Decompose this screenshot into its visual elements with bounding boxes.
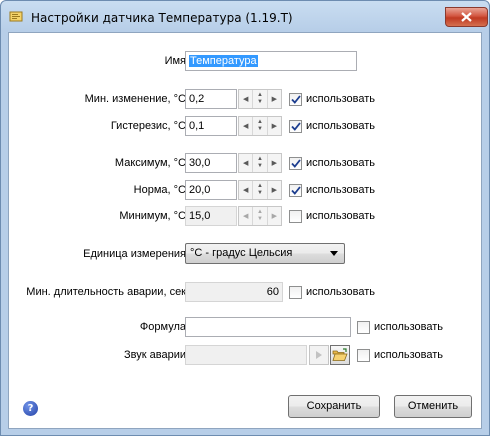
- decrease-icon[interactable]: ◀: [239, 181, 254, 199]
- checkmark-icon: [290, 122, 301, 131]
- dialog-window: Настройки датчика Температура (1.19.T) И…: [0, 0, 490, 436]
- formula-use-label: использовать: [374, 321, 444, 333]
- play-sound-button[interactable]: [309, 345, 329, 365]
- increase-icon[interactable]: ▶: [268, 117, 281, 135]
- alarm-sound-input[interactable]: [185, 345, 307, 365]
- up-down-icon[interactable]: ▲ ▼: [253, 117, 268, 135]
- decrease-icon[interactable]: ◀: [239, 207, 254, 225]
- decrease-icon[interactable]: ◀: [239, 117, 254, 135]
- title-bar: Настройки датчика Температура (1.19.T): [1, 1, 489, 32]
- hysteresis-use-label: использовать: [306, 120, 376, 132]
- play-icon: [316, 351, 322, 359]
- formula-input[interactable]: [185, 317, 351, 337]
- maximum-use-label: использовать: [306, 157, 376, 169]
- norm-use-label: использовать: [306, 184, 376, 196]
- up-down-icon[interactable]: ▲ ▼: [253, 154, 268, 172]
- norm-label: Норма, °С: [133, 184, 186, 196]
- up-down-icon[interactable]: ▲ ▼: [253, 181, 268, 199]
- minimum-use-label: использовать: [306, 210, 376, 222]
- hysteresis-spinner[interactable]: ◀ ▲ ▼ ▶: [238, 116, 282, 136]
- increase-icon[interactable]: ▶: [268, 154, 281, 172]
- name-input[interactable]: Температура: [185, 51, 357, 71]
- open-folder-icon: [332, 348, 348, 361]
- window-title: Настройки датчика Температура (1.19.T): [31, 11, 293, 25]
- increase-icon[interactable]: ▶: [268, 181, 281, 199]
- minimum-use-checkbox[interactable]: [289, 210, 302, 223]
- up-down-icon[interactable]: ▲ ▼: [253, 90, 268, 108]
- maximum-input[interactable]: 30,0: [185, 153, 237, 173]
- min-change-label: Мин. изменение, °С: [84, 93, 186, 105]
- hysteresis-label: Гистерезис, °С: [110, 120, 186, 132]
- alarm-duration-use-checkbox[interactable]: [289, 286, 302, 299]
- up-down-icon[interactable]: ▲ ▼: [253, 207, 268, 225]
- close-button[interactable]: [445, 7, 488, 27]
- norm-spinner[interactable]: ◀ ▲ ▼ ▶: [238, 180, 282, 200]
- min-change-use-label: использовать: [306, 93, 376, 105]
- name-label: Имя: [164, 55, 186, 67]
- maximum-label: Максимум, °С: [114, 157, 186, 169]
- name-input-value: Температура: [189, 55, 258, 67]
- min-change-use-checkbox[interactable]: [289, 93, 302, 106]
- norm-use-checkbox[interactable]: [289, 184, 302, 197]
- checkmark-icon: [290, 186, 301, 195]
- increase-icon[interactable]: ▶: [268, 207, 281, 225]
- alarm-sound-label: Звук аварии: [124, 349, 186, 361]
- minimum-label: Минимум, °С: [119, 210, 186, 222]
- min-change-spinner[interactable]: ◀ ▲ ▼ ▶: [238, 89, 282, 109]
- checkmark-icon: [290, 159, 301, 168]
- alarm-sound-use-checkbox[interactable]: [357, 349, 370, 362]
- decrease-icon[interactable]: ◀: [239, 154, 254, 172]
- alarm-duration-value: 60: [266, 286, 279, 298]
- hysteresis-input[interactable]: 0,1: [185, 116, 237, 136]
- help-icon[interactable]: ?: [23, 401, 38, 416]
- minimum-spinner[interactable]: ◀ ▲ ▼ ▶: [238, 206, 282, 226]
- increase-icon[interactable]: ▶: [268, 90, 281, 108]
- alarm-duration-input[interactable]: 60: [185, 282, 283, 302]
- dialog-body: Имя Температура Мин. изменение, °С 0,2 ◀…: [8, 32, 482, 429]
- formula-use-checkbox[interactable]: [357, 321, 370, 334]
- alarm-duration-label: Мин. длительность аварии, сек: [26, 286, 186, 298]
- checkmark-icon: [290, 95, 301, 104]
- browse-sound-button[interactable]: [330, 345, 350, 365]
- decrease-icon[interactable]: ◀: [239, 90, 254, 108]
- alarm-duration-use-label: использовать: [306, 286, 376, 298]
- hysteresis-use-checkbox[interactable]: [289, 120, 302, 133]
- maximum-spinner[interactable]: ◀ ▲ ▼ ▶: [238, 153, 282, 173]
- unit-select-value: °С - градус Цельсия: [190, 247, 293, 259]
- maximum-use-checkbox[interactable]: [289, 157, 302, 170]
- unit-label: Единица измерения: [83, 248, 186, 260]
- min-change-input[interactable]: 0,2: [185, 89, 237, 109]
- cancel-button[interactable]: Отменить: [394, 395, 472, 418]
- formula-label: Формула: [139, 321, 186, 333]
- minimum-input[interactable]: 15,0: [185, 206, 237, 226]
- save-button[interactable]: Сохранить: [288, 395, 380, 418]
- alarm-sound-use-label: использовать: [374, 349, 444, 361]
- chevron-down-icon: [330, 251, 338, 256]
- close-icon: [461, 12, 472, 22]
- sensor-settings-icon: [9, 11, 23, 22]
- norm-input[interactable]: 20,0: [185, 180, 237, 200]
- unit-select[interactable]: °С - градус Цельсия: [185, 243, 345, 264]
